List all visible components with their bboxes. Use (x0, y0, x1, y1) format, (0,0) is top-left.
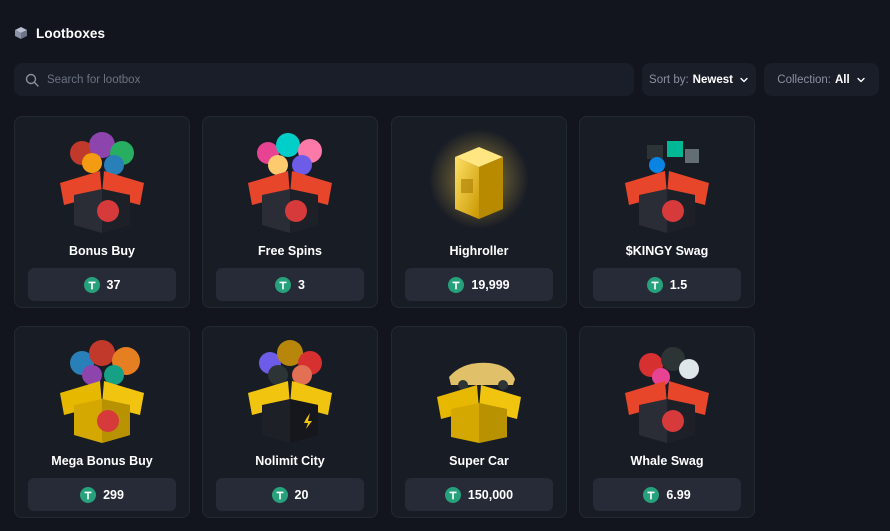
tether-coin-icon (448, 276, 465, 293)
bonus-buy-box-icon (15, 123, 189, 235)
whale-swag-box-icon (580, 333, 754, 445)
lootbox-price-button[interactable]: 6.99 (593, 478, 741, 511)
tether-coin-icon (275, 276, 292, 293)
lootbox-price: 37 (106, 277, 121, 292)
collection-label: Collection: (777, 73, 831, 86)
collection-value: All (835, 73, 850, 86)
chevron-down-icon (856, 75, 866, 85)
lootbox-card[interactable]: Whale Swag 6.99 (579, 326, 755, 518)
nolimit-city-box-icon (203, 333, 377, 445)
lootbox-price-button[interactable]: 1.5 (593, 268, 741, 301)
lootbox-price-button[interactable]: 37 (28, 268, 176, 301)
lootbox-card[interactable]: Super Car 150,000 (391, 326, 567, 518)
search-icon (25, 73, 39, 87)
mega-bonus-buy-box-icon (15, 333, 189, 445)
lootbox-name: $KINGY Swag (625, 244, 709, 258)
lootbox-name: Free Spins (258, 244, 322, 258)
lootbox-name: Highroller (449, 244, 509, 258)
lootbox-price: 19,999 (471, 277, 510, 292)
lootbox-price: 150,000 (467, 487, 514, 502)
cube-icon (14, 26, 28, 40)
lootbox-price: 20 (294, 487, 309, 502)
search-input[interactable] (47, 73, 587, 86)
lootbox-name: Mega Bonus Buy (51, 454, 153, 468)
lootbox-price-button[interactable]: 150,000 (405, 478, 553, 511)
lootbox-card[interactable]: Highroller 19,999 (391, 116, 567, 308)
lootbox-price: 1.5 (669, 277, 688, 292)
tether-coin-icon (643, 486, 660, 503)
page-title: Lootboxes (36, 25, 106, 41)
lootboxes-page: Lootboxes Sort by: Newest Collection: Al… (0, 0, 890, 531)
tether-coin-icon (646, 276, 663, 293)
sort-value: Newest (692, 73, 733, 86)
lootbox-price: 3 (298, 277, 305, 292)
lootbox-name: Bonus Buy (69, 244, 135, 258)
collection-dropdown[interactable]: Collection: All (764, 63, 879, 96)
page-header: Lootboxes (14, 24, 105, 42)
lootbox-card[interactable]: Nolimit City 20 (202, 326, 378, 518)
sort-label: Sort by: (649, 73, 689, 86)
lootbox-price-button[interactable]: 19,999 (405, 268, 553, 301)
lootbox-price-button[interactable]: 3 (216, 268, 364, 301)
lootbox-price-button[interactable]: 299 (28, 478, 176, 511)
highroller-cube-icon (392, 123, 566, 235)
lootbox-name: Super Car (449, 454, 509, 468)
lootbox-price-button[interactable]: 20 (216, 478, 364, 511)
lootbox-card[interactable]: $KINGY Swag 1.5 (579, 116, 755, 308)
lootbox-name: Nolimit City (255, 454, 325, 468)
search-bar[interactable] (14, 63, 634, 96)
lootbox-name: Whale Swag (630, 454, 704, 468)
tether-coin-icon (80, 486, 97, 503)
tether-coin-icon (83, 276, 100, 293)
free-spins-box-icon (203, 123, 377, 235)
lootbox-price: 299 (103, 487, 124, 502)
lootbox-price: 6.99 (666, 487, 691, 502)
chevron-down-icon (739, 75, 749, 85)
kingy-swag-box-icon (580, 123, 754, 235)
sort-dropdown[interactable]: Sort by: Newest (642, 63, 756, 96)
tether-coin-icon (444, 486, 461, 503)
super-car-box-icon (392, 333, 566, 445)
lootbox-card[interactable]: Mega Bonus Buy 299 (14, 326, 190, 518)
lootbox-card[interactable]: Bonus Buy 37 (14, 116, 190, 308)
tether-coin-icon (271, 486, 288, 503)
lootbox-card[interactable]: Free Spins 3 (202, 116, 378, 308)
